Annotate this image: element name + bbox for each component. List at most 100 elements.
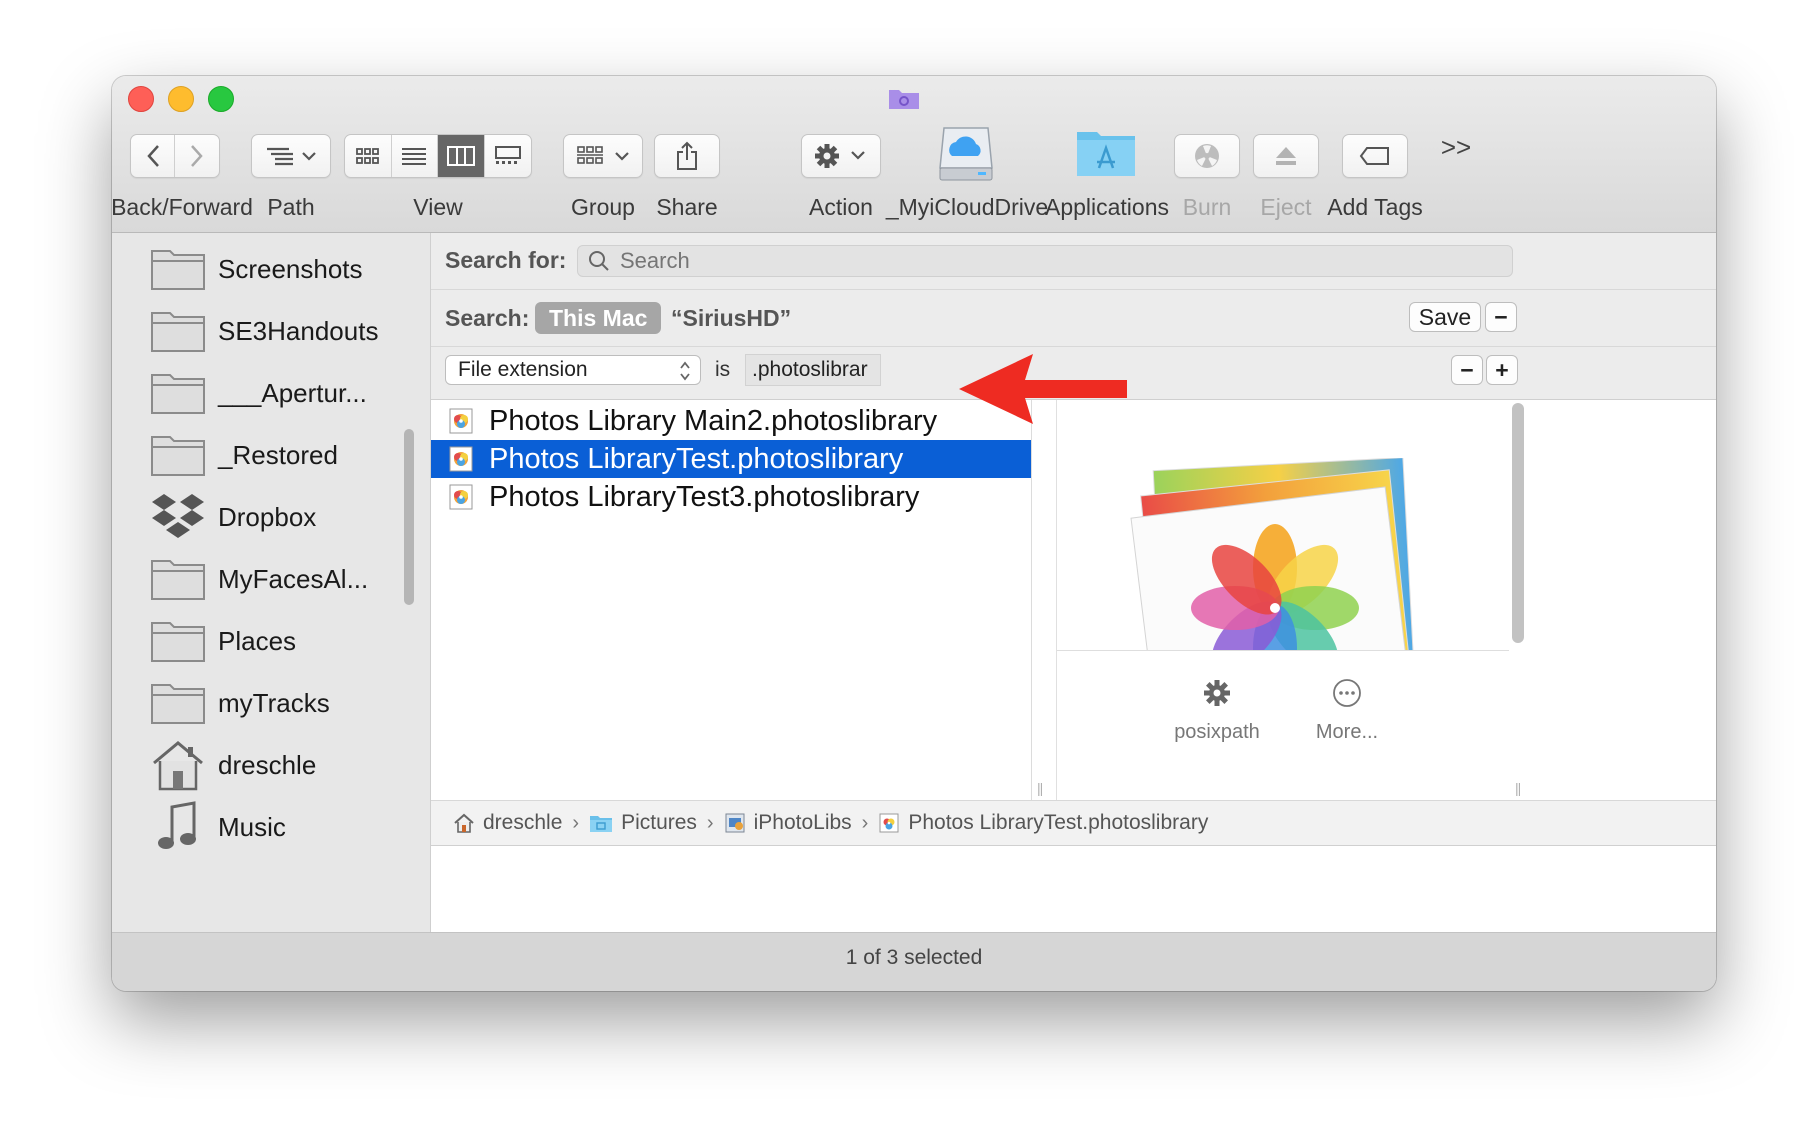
search-field[interactable] (577, 245, 1513, 277)
breadcrumb-label: iPhotoLibs (753, 811, 852, 834)
view-list-button[interactable] (392, 135, 438, 177)
icon-view-icon (355, 148, 379, 164)
photos-app-preview-icon (1130, 458, 1416, 650)
sidebar-item-restored[interactable]: _Restored (148, 427, 418, 483)
attribute-popup[interactable]: File extension (445, 355, 701, 385)
sidebar: Screenshots SE3Handouts ___Apertur... _R… (112, 233, 431, 940)
remove-criterion-button[interactable]: − (1451, 355, 1483, 385)
sidebar-item-label: ___Apertur... (218, 377, 367, 408)
folder-icon (148, 306, 208, 356)
group-button[interactable] (563, 134, 643, 178)
more-icon (1333, 679, 1361, 707)
close-search-button[interactable]: − (1485, 302, 1517, 332)
preview-scrollbar[interactable] (1512, 403, 1524, 643)
eject-button[interactable] (1253, 134, 1319, 178)
sidebar-item-label: Dropbox (218, 501, 317, 532)
scope-this-mac[interactable]: This Mac (535, 302, 662, 334)
more-action[interactable]: More... (1287, 678, 1407, 744)
view-columns-button[interactable] (438, 135, 485, 177)
share-button[interactable] (654, 134, 720, 178)
column-resize-handle[interactable]: || (1037, 780, 1043, 796)
sidebar-item-label: Music (218, 811, 286, 842)
sidebar-scrollbar[interactable] (404, 429, 414, 605)
breadcrumb-label: dreschle (483, 811, 563, 834)
chevron-left-icon (146, 145, 159, 167)
applications-folder-icon[interactable] (1075, 124, 1137, 180)
add-criterion-button[interactable]: + (1486, 355, 1518, 385)
sidebar-item-dreschle[interactable]: dreschle (148, 737, 418, 793)
preview-divider (1057, 650, 1509, 651)
breadcrumb-photos-library[interactable]: Photos LibraryTest.photoslibrary (878, 811, 1208, 835)
toolbar-label-view: View (413, 194, 463, 220)
list-item[interactable]: Photos LibraryTest3.photoslibrary (431, 478, 1031, 516)
home-icon (148, 740, 208, 791)
sidebar-item-dropbox[interactable]: Dropbox (148, 489, 418, 545)
toolbar-overflow-chevron[interactable]: >> (1438, 132, 1474, 163)
sidebar-item-places[interactable]: Places (148, 613, 418, 669)
attribute-popup-value: File extension (458, 358, 588, 381)
pictures-folder-icon (590, 816, 613, 832)
add-tags-button[interactable] (1342, 134, 1408, 178)
toolbar-label-icloud-drive: _MyiCloudDrive (885, 194, 1049, 220)
sidebar-item-label: MyFacesAl... (218, 563, 369, 594)
breadcrumb-separator-icon: › (861, 811, 869, 834)
sidebar-item-music[interactable]: Music (148, 799, 418, 855)
breadcrumb-pictures[interactable]: Pictures (589, 811, 697, 835)
share-icon (677, 141, 697, 170)
operator-label: is (715, 358, 731, 381)
search-icon (589, 251, 609, 271)
minimize-button[interactable] (168, 86, 194, 112)
sidebar-item-se3handouts[interactable]: SE3Handouts (148, 303, 418, 359)
save-button[interactable]: Save (1409, 302, 1481, 332)
eject-icon (1276, 147, 1296, 165)
extension-value-field[interactable]: .photoslibrar (745, 354, 881, 386)
path-button[interactable] (251, 134, 331, 178)
sidebar-item-label: Places (218, 625, 297, 656)
toolbar-label-add-tags: Add Tags (1327, 194, 1423, 220)
burn-button[interactable] (1174, 134, 1240, 178)
up-down-chevron-icon (680, 361, 690, 381)
sidebar-item-label: Screenshots (218, 253, 363, 284)
toolbar-label-applications: Applications (1044, 194, 1170, 220)
sidebar-item-aperture[interactable]: ___Apertur... (148, 365, 418, 421)
breadcrumb-separator-icon: › (706, 811, 714, 834)
zoom-button[interactable] (208, 86, 234, 112)
view-gallery-button[interactable] (485, 135, 531, 177)
sidebar-item-screenshots[interactable]: Screenshots (148, 241, 418, 297)
icloud-drive-icon[interactable] (938, 124, 994, 186)
posixpath-action[interactable]: posixpath (1157, 678, 1277, 744)
photos-library-icon (449, 446, 473, 472)
view-icons-button[interactable] (345, 135, 392, 177)
column-resize-handle[interactable]: || (1515, 780, 1521, 796)
back-forward-control[interactable] (130, 134, 220, 178)
close-button[interactable] (128, 86, 154, 112)
list-item-selected[interactable]: Photos LibraryTest.photoslibrary (431, 440, 1031, 478)
list-item[interactable]: Photos Library Main2.photoslibrary (431, 402, 1031, 440)
column-view-icon (446, 146, 475, 166)
sidebar-item-label: dreschle (218, 749, 317, 780)
sidebar-item-myfacesal[interactable]: MyFacesAl... (148, 551, 418, 607)
forward-button[interactable] (175, 135, 219, 177)
smart-folder-icon (889, 90, 919, 109)
sidebar-item-mytracks[interactable]: myTracks (148, 675, 418, 731)
action-label: posixpath (1174, 721, 1260, 743)
burn-icon (1195, 144, 1219, 168)
sidebar-item-label: myTracks (218, 687, 330, 718)
scope-siriushd[interactable]: “SiriusHD” (671, 305, 791, 332)
gear-icon (815, 144, 865, 168)
view-segmented-control[interactable] (344, 134, 532, 178)
list-view-icon (402, 148, 427, 165)
folder-icon (148, 616, 208, 666)
search-input[interactable] (618, 247, 1482, 275)
finder-window: Back/Forward Path View Group Share Actio… (112, 76, 1716, 991)
action-button[interactable] (801, 134, 881, 178)
action-label: More... (1315, 721, 1379, 743)
breadcrumb-dreschle[interactable]: dreschle (453, 811, 562, 835)
folder-icon (148, 244, 208, 294)
back-button[interactable] (131, 135, 176, 177)
breadcrumb-iphotolibs[interactable]: iPhotoLibs (724, 811, 852, 835)
toolbar-label-share: Share (656, 194, 718, 220)
breadcrumb-separator-icon: › (572, 811, 580, 834)
search-for-label: Search for: (445, 247, 567, 273)
photos-library-icon (449, 484, 473, 510)
